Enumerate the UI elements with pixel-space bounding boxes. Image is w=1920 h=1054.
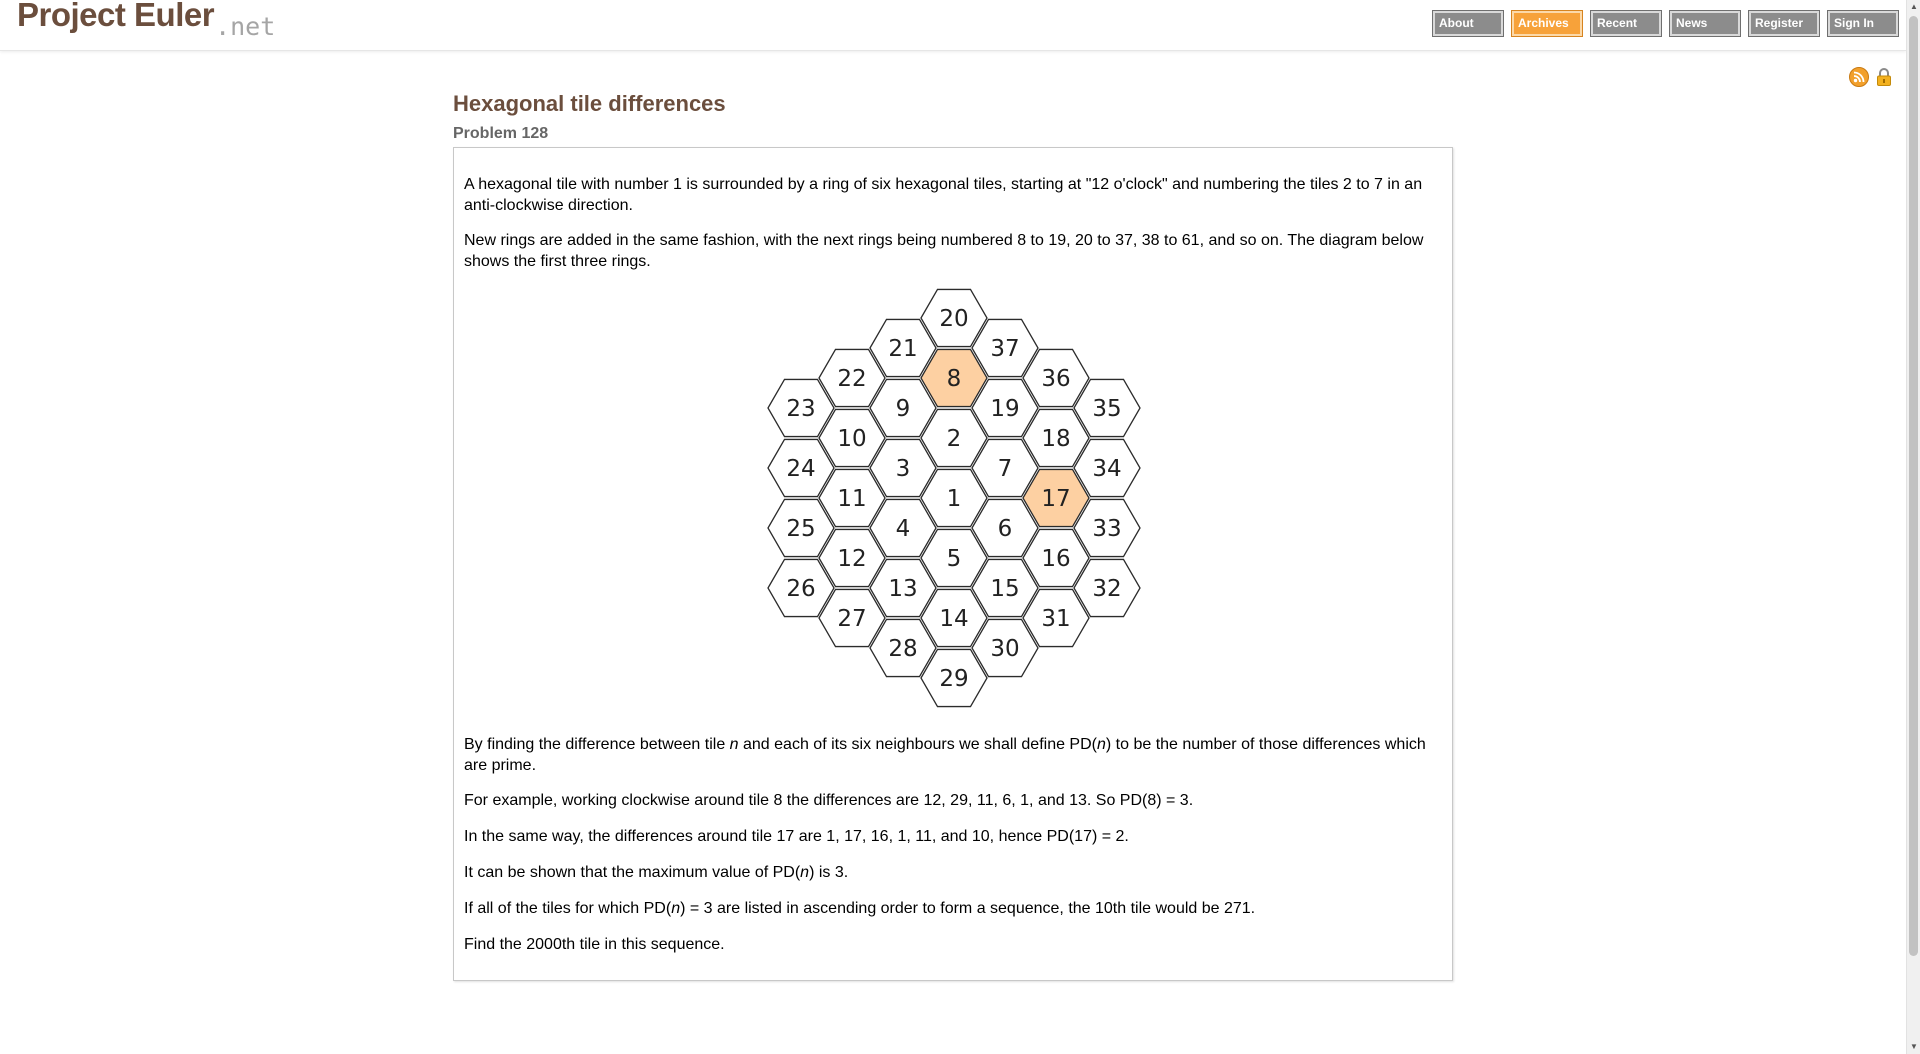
hex-tile-label: 28 [888,636,917,662]
hex-tile-label: 26 [786,576,815,602]
hex-tile-label: 36 [1041,366,1070,392]
hex-tile-label: 30 [990,636,1019,662]
hex-tile-label: 16 [1041,546,1070,572]
variable-n: n [800,864,810,881]
hex-tile-label: 12 [837,546,866,572]
hex-tile-label: 10 [837,426,866,452]
hex-tile-label: 34 [1092,456,1121,482]
problem-paragraph-7: If all of the tiles for which PD(n) = 3 … [464,898,1444,919]
paragraph-text: ) is 3. [809,864,849,881]
paragraph-text: It can be shown that the maximum value o… [464,864,801,881]
vertical-scrollbar[interactable]: ▲ ▼ [1906,0,1920,1054]
scrollbar-thumb[interactable] [1909,16,1918,956]
hex-tile-label: 13 [888,576,917,602]
hex-tile-label: 19 [990,396,1019,422]
hex-tile-label: 22 [837,366,866,392]
nav-register-button[interactable]: Register [1748,10,1820,37]
hex-tile-label: 15 [990,576,1019,602]
variable-n: n [671,900,681,917]
hex-tile-label: 37 [990,336,1019,362]
variable-n: n [729,736,739,753]
hex-tile-label: 33 [1092,516,1121,542]
lock-icon[interactable] [1874,67,1894,87]
hex-tile-label: 29 [939,666,968,692]
hex-tile-label: 25 [786,516,815,542]
hex-tile-label: 27 [837,606,866,632]
hex-tile-label: 2 [947,426,962,452]
logo-suffix: .net [215,12,276,41]
hex-tile-label: 20 [939,306,968,332]
paragraph-text: By finding the difference between tile [464,736,730,753]
hex-tile-label: 3 [896,456,911,482]
scroll-down-icon[interactable]: ▼ [1907,1040,1920,1054]
hex-tile-label: 32 [1092,576,1121,602]
hex-tile-label: 8 [947,366,962,392]
hex-tile-label: 9 [896,396,911,422]
hex-tile-label: 35 [1092,396,1121,422]
hex-tile-label: 5 [947,546,962,572]
hex-tile-label: 7 [998,456,1013,482]
paragraph-text: If all of the tiles for which PD( [464,900,672,917]
rss-icon[interactable] [1849,67,1869,87]
scroll-up-icon[interactable]: ▲ [1907,0,1920,14]
problem-paragraph-5: In the same way, the differences around … [464,828,1129,845]
hex-tile-label: 17 [1041,486,1070,512]
variable-n: n [1096,736,1106,753]
hex-tile-label: 4 [896,516,911,542]
hex-tile-label: 21 [888,336,917,362]
hex-tile-label: 23 [786,396,815,422]
hex-tile-label: 6 [998,516,1013,542]
nav-about-button[interactable]: About [1432,10,1504,37]
hex-tile-label: 24 [786,456,815,482]
hex-tile-label: 1 [947,486,962,512]
paragraph-text: and each of its six neighbours we shall … [738,736,1097,753]
site-logo[interactable]: Project Euler.net [17,0,275,41]
problem-paragraph-4: For example, working clockwise around ti… [464,792,1194,809]
hexagon-diagram: 20 21 37 22 8 36 23 9 19 35 10 2 18 24 3 7 34 11 1 17 25 4 6 33… [464,288,1444,718]
paragraph-text: ) = 3 are listed in ascending order to f… [680,900,1256,917]
nav-recent-button[interactable]: Recent [1590,10,1662,37]
problem-number: Problem 128 [453,125,549,142]
problem-paragraph-8: Find the 2000th tile in this sequence. [464,936,725,953]
site-header: Project Euler.net About Archives Recent … [0,0,1906,51]
hex-tile-label: 11 [837,486,866,512]
problem-content: A hexagonal tile with number 1 is surrou… [453,147,1453,981]
problem-paragraph-6: It can be shown that the maximum value o… [464,862,1444,883]
problem-paragraph-1: A hexagonal tile with number 1 is surrou… [464,176,1423,214]
hex-tile-label: 18 [1041,426,1070,452]
hex-tile-label: 31 [1041,606,1070,632]
hexagon-diagram-svg: 2021 3722 8 3623 9 19 3510 2 1824 3 7 3411 1 1725 4 6 33… [767,288,1141,708]
problem-paragraph-3: By finding the difference between tile n… [464,734,1444,776]
problem-paragraph-2: New rings are added in the same fashion,… [464,232,1424,270]
nav-archives-button[interactable]: Archives [1511,10,1583,37]
logo-title: Project Euler [17,0,215,33]
nav-sign-in-button[interactable]: Sign In [1827,10,1899,37]
hex-tile-label: 14 [939,606,968,632]
problem-title: Hexagonal tile differences [453,91,726,116]
nav-news-button[interactable]: News [1669,10,1741,37]
